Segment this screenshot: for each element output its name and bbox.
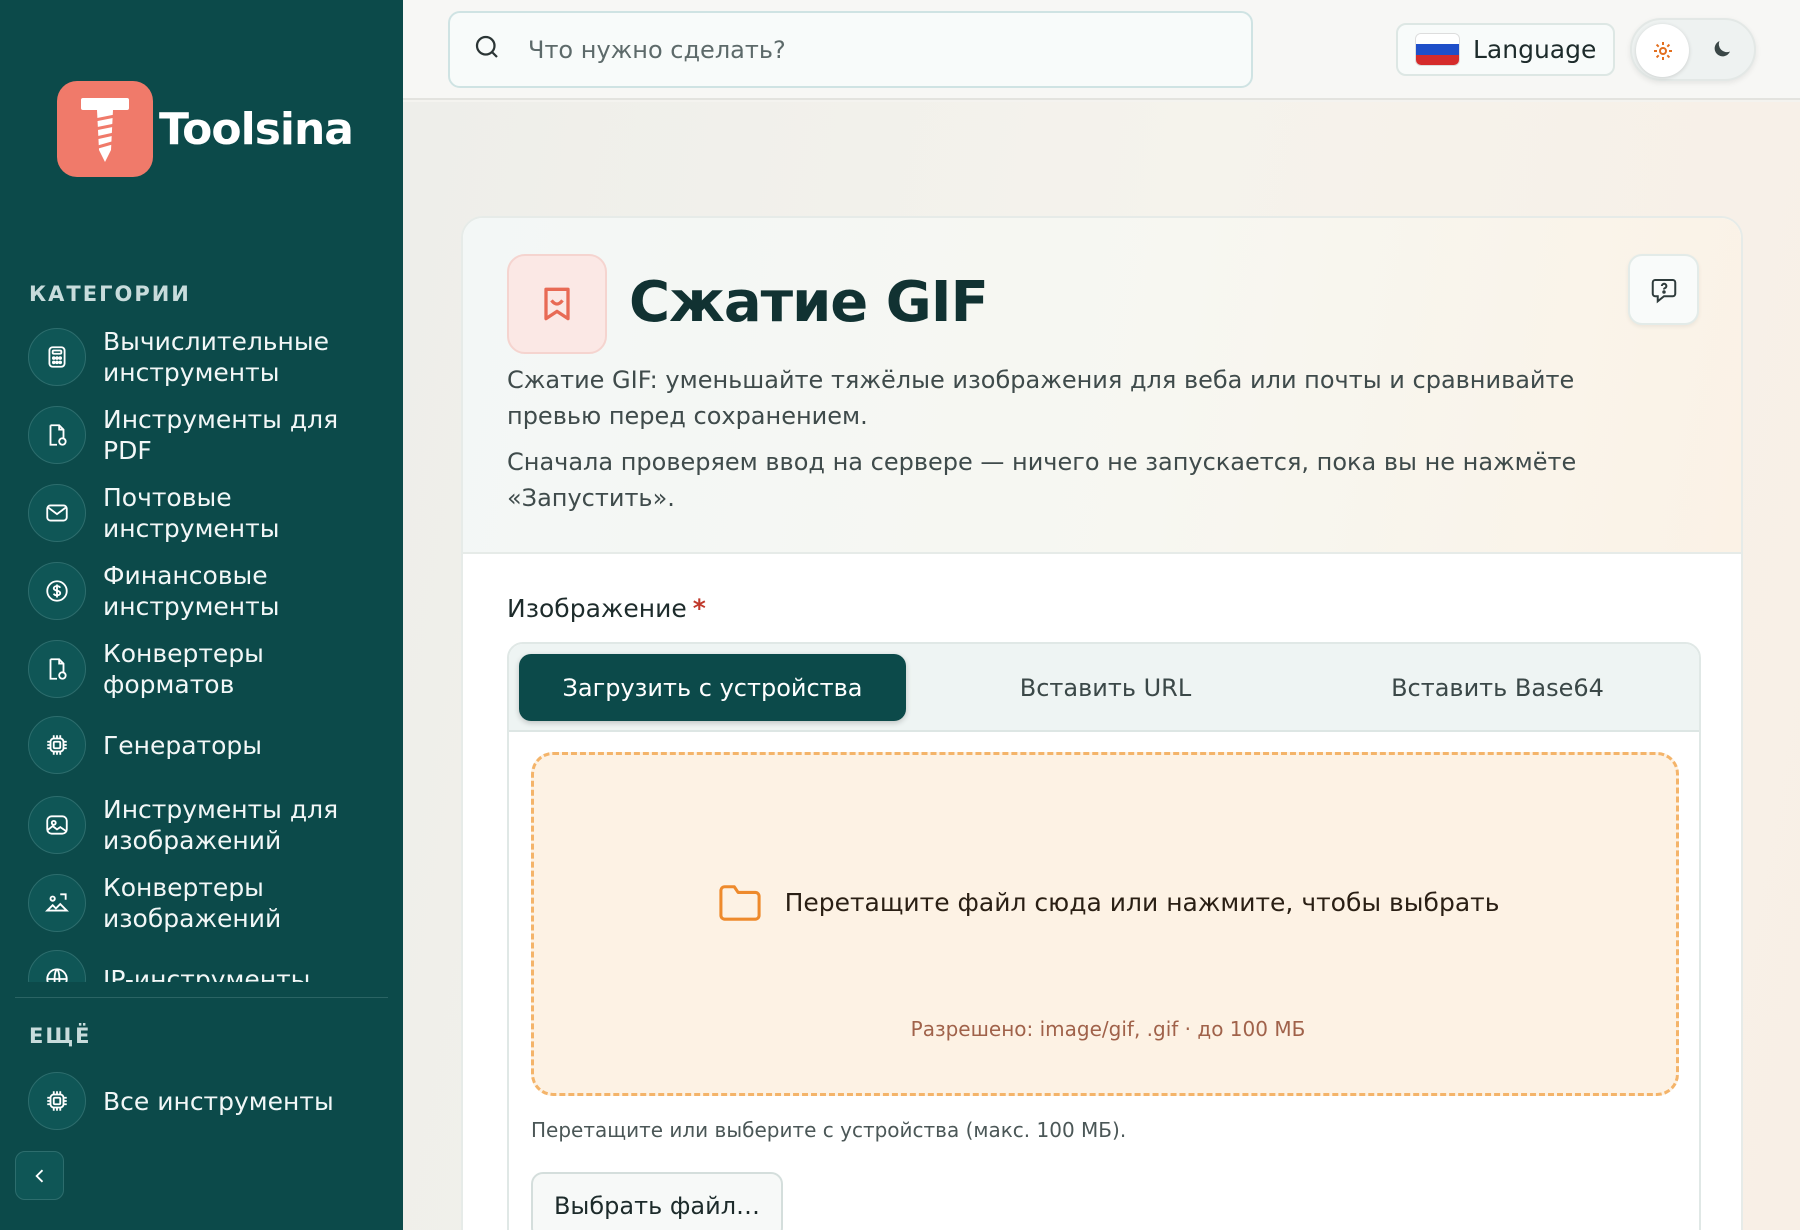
sidebar-item-all-tools[interactable]: Все инструменты: [28, 1072, 388, 1130]
source-tabs: Загрузить с устройства Вставить URL Вста…: [509, 644, 1699, 732]
tab-upload-device[interactable]: Загрузить с устройства: [519, 654, 906, 721]
chevron-left-icon: [34, 1169, 43, 1182]
bookmark-icon: [507, 254, 607, 354]
tool-card: Сжатие GIF Сжатие GIF: уменьшайте тяжёлы…: [461, 216, 1743, 1230]
sidebar-item-ip-tools[interactable]: IP-инструменты: [28, 950, 388, 982]
sidebar: Toolsina КАТЕГОРИИ Вычислительные инстру…: [0, 0, 403, 1230]
sidebar-item-label: Вычислительные инструменты: [103, 327, 330, 387]
language-button[interactable]: Language: [1396, 23, 1615, 76]
sidebar-item-label: Все инструменты: [103, 1086, 334, 1116]
language-label: Language: [1473, 35, 1597, 64]
tab-paste-base64[interactable]: Вставить Base64: [1304, 654, 1691, 721]
chip-icon: [28, 1072, 86, 1130]
sidebar-divider: [15, 997, 388, 998]
sidebar-collapse-button[interactable]: [15, 1151, 64, 1200]
search-icon: [472, 32, 502, 67]
sidebar-item-format-converters[interactable]: Конвертеры форматов: [28, 638, 388, 700]
screw-logo-icon: [57, 81, 153, 177]
sidebar-item-calculators[interactable]: Вычислительные инструменты: [28, 326, 388, 388]
sidebar-item-label: Финансовые инструменты: [103, 561, 280, 621]
brand-name: Toolsina: [159, 103, 354, 155]
help-button[interactable]: [1628, 254, 1699, 325]
search-input[interactable]: [528, 35, 1228, 64]
sidebar-item-image-tools[interactable]: Инструменты для изображений: [28, 794, 388, 856]
sun-icon[interactable]: [1636, 24, 1689, 77]
choose-file-button[interactable]: Выбрать файл…: [531, 1172, 783, 1230]
image-field-label: Изображение *: [507, 594, 706, 623]
sidebar-item-mail[interactable]: Почтовые инструменты: [28, 482, 388, 544]
sidebar-item-label: Инструменты для изображений: [103, 795, 339, 855]
tool-note: Сначала проверяем ввод на сервере — ниче…: [507, 448, 1577, 512]
tool-description: Сжатие GIF: уменьшайте тяжёлые изображен…: [507, 366, 1575, 430]
document-icon: [28, 406, 86, 464]
more-heading: ЕЩЁ: [29, 1024, 92, 1048]
image-icon: [28, 796, 86, 854]
mail-icon: [28, 484, 86, 542]
sidebar-item-pdf[interactable]: Инструменты для PDF: [28, 404, 388, 466]
sidebar-item-finance[interactable]: Финансовые инструменты: [28, 560, 388, 622]
top-bar: Language: [403, 0, 1800, 100]
help-chat-icon: [1651, 278, 1676, 303]
convert-icon: [28, 640, 86, 698]
dropzone-text: Перетащите файл сюда или нажмите, чтобы …: [784, 887, 1500, 917]
sidebar-item-label: Почтовые инструменты: [103, 483, 280, 543]
brand-logo[interactable]: Toolsina: [57, 81, 354, 177]
image-field-label-text: Изображение: [507, 594, 687, 623]
image-convert-icon: [28, 874, 86, 932]
sidebar-item-label: Конвертеры изображений: [103, 873, 282, 933]
tab-paste-url[interactable]: Вставить URL: [912, 654, 1299, 721]
page-title: Сжатие GIF: [629, 270, 989, 335]
file-dropzone[interactable]: Перетащите файл сюда или нажмите, чтобы …: [531, 752, 1679, 1096]
dropzone-hint: Разрешено: image/gif, .gif · до 100 МБ: [910, 1017, 1306, 1041]
tool-header: Сжатие GIF Сжатие GIF: уменьшайте тяжёлы…: [463, 218, 1741, 554]
sidebar-item-generators[interactable]: Генераторы: [28, 716, 388, 774]
theme-toggle[interactable]: [1630, 18, 1756, 81]
category-nav: Вычислительные инструменты Инструменты д…: [0, 326, 403, 982]
required-mark: *: [692, 594, 706, 623]
calculator-icon: [28, 328, 86, 386]
image-source-panel: Загрузить с устройства Вставить URL Вста…: [507, 642, 1701, 1230]
sidebar-item-label: IP-инструменты: [103, 964, 311, 983]
sidebar-item-image-converters[interactable]: Конвертеры изображений: [28, 872, 388, 934]
moon-icon[interactable]: [1707, 34, 1737, 64]
sidebar-item-label: Конвертеры форматов: [103, 639, 264, 699]
sidebar-item-label: Инструменты для PDF: [103, 405, 339, 465]
dollar-icon: [28, 562, 86, 620]
upload-helper-text: Перетащите или выберите с устройства (ма…: [531, 1118, 1127, 1142]
sidebar-item-label: Генераторы: [103, 730, 263, 760]
categories-heading: КАТЕГОРИИ: [29, 282, 191, 306]
dropzone-row: Перетащите файл сюда или нажмите, чтобы …: [534, 881, 1682, 923]
russian-flag-icon: [1416, 34, 1459, 65]
search-box[interactable]: [448, 11, 1253, 88]
folder-icon: [718, 885, 761, 921]
network-icon: [28, 950, 86, 982]
chip-icon: [28, 716, 86, 774]
